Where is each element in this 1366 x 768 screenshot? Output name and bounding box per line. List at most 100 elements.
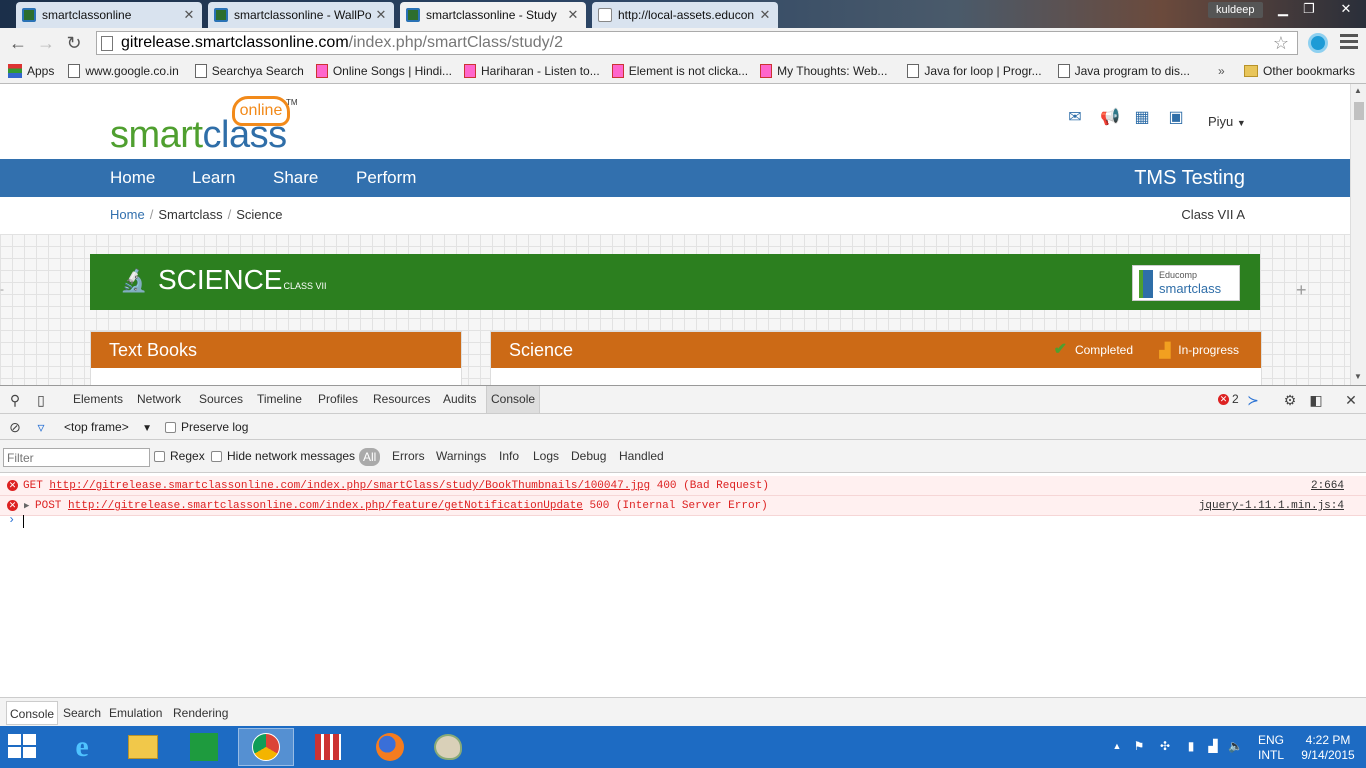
expand-triangle-icon[interactable]: ▶	[24, 496, 29, 516]
level-debug[interactable]: Debug	[571, 440, 606, 473]
inspect-search-icon[interactable]: ⚲	[7, 392, 23, 408]
bookmark-item[interactable]: Hariharan - Listen to...	[464, 63, 600, 78]
forward-icon[interactable]: →	[34, 32, 58, 54]
tab-audits[interactable]: Audits	[439, 386, 480, 413]
bookmark-item[interactable]: Online Songs | Hindi...	[315, 63, 452, 78]
battery-icon[interactable]: ▮	[1184, 738, 1198, 754]
tab-network[interactable]: Network	[133, 386, 185, 413]
settings-gear-icon[interactable]: ⚙	[1282, 392, 1298, 408]
network-share-icon[interactable]: ✣	[1158, 738, 1172, 754]
bookmark-item[interactable]: Element is not clicka...	[611, 63, 748, 78]
mail-icon[interactable]: ✉	[1065, 110, 1085, 126]
nav-perform[interactable]: Perform	[356, 159, 416, 197]
checkbox[interactable]	[165, 422, 176, 434]
close-tab-icon[interactable]: ✕	[374, 7, 388, 23]
level-errors[interactable]: Errors	[392, 440, 425, 473]
show-drawer-icon[interactable]: ≻	[1245, 392, 1261, 408]
console-input-caret[interactable]	[23, 515, 24, 528]
bookmarks-overflow-icon[interactable]: »	[1218, 64, 1225, 78]
close-tab-icon[interactable]: ✕	[758, 7, 772, 23]
checkbox[interactable]	[211, 451, 222, 463]
nav-learn[interactable]: Learn	[192, 159, 235, 197]
scroll-down-icon[interactable]: ▼	[1354, 372, 1362, 381]
bookmark-star-icon[interactable]: ☆	[1273, 32, 1289, 54]
close-window-icon[interactable]: ✕	[1330, 0, 1362, 20]
menu-icon[interactable]	[1340, 34, 1358, 52]
source-link[interactable]: jquery-1.11.1.min.js:4	[1199, 496, 1344, 516]
regex-toggle[interactable]: Regex	[154, 440, 205, 473]
drawer-tab-rendering[interactable]: Rendering	[170, 701, 231, 725]
drawer-tab-console[interactable]: Console	[6, 701, 59, 725]
tab-console[interactable]: Console	[486, 386, 541, 413]
browser-tab-active[interactable]: smartclassonline - Study ✕	[400, 2, 586, 28]
tab-profiles[interactable]: Profiles	[314, 386, 362, 413]
paint-icon[interactable]	[420, 728, 476, 766]
device-mode-icon[interactable]: ▯	[33, 392, 49, 408]
level-logs[interactable]: Logs	[533, 440, 559, 473]
restore-icon[interactable]: ❐	[1296, 0, 1322, 20]
console-output[interactable]: ✕ GET http://gitrelease.smartclassonline…	[0, 474, 1366, 696]
chrome-icon[interactable]	[238, 728, 294, 766]
extension-icon[interactable]	[1308, 33, 1328, 53]
announcement-icon[interactable]: 📢	[1100, 110, 1120, 126]
language-indicator[interactable]: ENG INTL	[1258, 733, 1284, 763]
address-bar[interactable]: gitrelease.smartclassonline.com/index.ph…	[96, 31, 1298, 55]
clear-console-icon[interactable]: ⊘	[7, 419, 23, 435]
minimize-icon[interactable]: ▁	[1270, 0, 1296, 20]
calendar-icon[interactable]: ▦	[1132, 110, 1152, 126]
dock-side-icon[interactable]: ◧	[1308, 392, 1324, 408]
filter-input[interactable]	[3, 448, 150, 467]
filter-icon[interactable]: ▿	[33, 419, 49, 435]
browser-tab[interactable]: http://local-assets.educon ✕	[592, 2, 778, 28]
profile-badge[interactable]: kuldeep	[1208, 2, 1263, 18]
context-select[interactable]: <top frame> ▼	[64, 414, 152, 442]
tab-resources[interactable]: Resources	[369, 386, 434, 413]
request-url-link[interactable]: http://gitrelease.smartclassonline.com/i…	[49, 480, 650, 492]
scroll-up-icon[interactable]: ▲	[1354, 86, 1362, 95]
reload-icon[interactable]: ↻	[62, 32, 86, 54]
action-center-flag-icon[interactable]: ⚑	[1132, 738, 1146, 754]
windows-start-icon[interactable]	[8, 734, 38, 760]
clock[interactable]: 4:22 PM 9/14/2015	[1298, 733, 1358, 763]
firefox-icon[interactable]	[362, 728, 418, 766]
close-devtools-icon[interactable]: ✕	[1343, 392, 1359, 408]
bookmark-item[interactable]: www.google.co.in	[68, 63, 179, 78]
user-menu[interactable]: Piyu ▼	[1208, 114, 1246, 129]
internet-explorer-icon[interactable]: e	[54, 728, 110, 766]
level-warnings[interactable]: Warnings	[436, 440, 486, 473]
level-handled[interactable]: Handled	[619, 440, 664, 473]
browser-tab[interactable]: smartclassonline - WallPo ✕	[208, 2, 394, 28]
apps-grid-icon[interactable]	[300, 728, 356, 766]
close-tab-icon[interactable]: ✕	[182, 7, 196, 23]
hide-network-toggle[interactable]: Hide network messages	[211, 440, 355, 473]
close-tab-icon[interactable]: ✕	[566, 7, 580, 23]
signal-icon[interactable]: ▟	[1206, 738, 1220, 754]
show-hidden-icons-icon[interactable]: ▲	[1110, 738, 1124, 754]
tab-sources[interactable]: Sources	[195, 386, 247, 413]
other-bookmarks[interactable]: Other bookmarks	[1244, 58, 1355, 84]
browser-tab[interactable]: smartclassonline ✕	[16, 2, 202, 28]
drawer-tab-emulation[interactable]: Emulation	[106, 701, 165, 725]
breadcrumb-home[interactable]: Home	[110, 207, 145, 222]
scroll-thumb[interactable]	[1354, 102, 1364, 120]
bookmark-item[interactable]: Searchya Search	[194, 63, 304, 78]
bookmark-item[interactable]: My Thoughts: Web...	[760, 63, 887, 78]
checkbox[interactable]	[154, 451, 165, 463]
volume-icon[interactable]: 🔈	[1228, 738, 1243, 754]
tab-elements[interactable]: Elements	[69, 386, 127, 413]
page-scrollbar[interactable]: ▲ ▼	[1350, 84, 1366, 385]
level-info[interactable]: Info	[499, 440, 519, 473]
bookmark-item[interactable]: Java for loop | Progr...	[907, 63, 1042, 78]
nav-home[interactable]: Home	[110, 159, 155, 197]
smartclass-logo[interactable]: smartclass online TM	[110, 96, 300, 156]
error-counter[interactable]: ✕ 2	[1218, 392, 1239, 406]
source-link[interactable]: 2:664	[1311, 476, 1344, 496]
back-icon[interactable]: ←	[6, 32, 30, 54]
file-explorer-icon[interactable]	[115, 728, 171, 766]
request-url-link[interactable]: http://gitrelease.smartclassonline.com/i…	[68, 500, 583, 512]
drawer-tab-search[interactable]: Search	[60, 701, 104, 725]
bookmark-apps[interactable]: Apps	[8, 63, 54, 78]
store-icon[interactable]	[176, 728, 232, 766]
gallery-icon[interactable]: ▣	[1166, 110, 1186, 126]
bookmark-item[interactable]: Java program to dis...	[1057, 63, 1190, 78]
